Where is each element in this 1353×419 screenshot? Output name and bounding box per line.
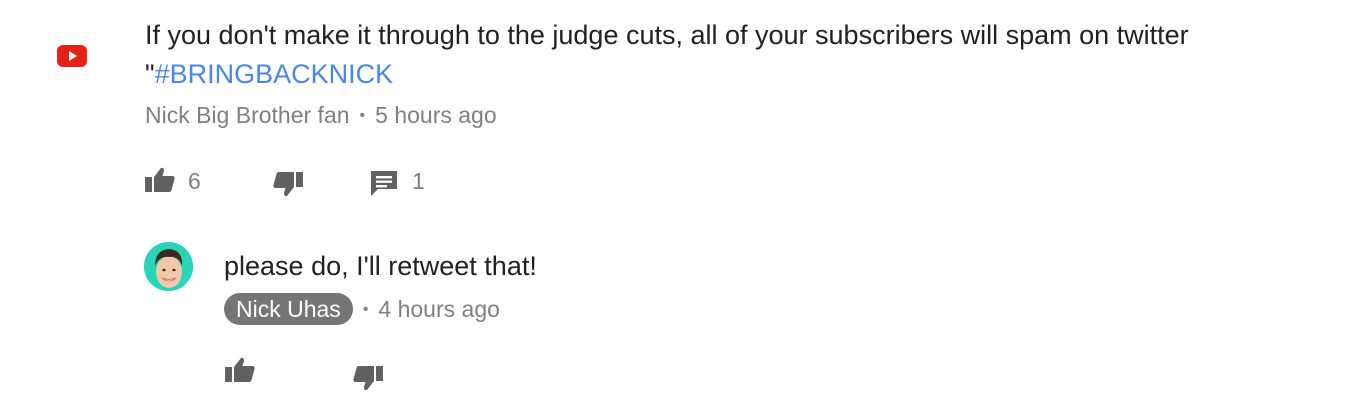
comment-quote: " bbox=[145, 59, 155, 89]
comment-text: If you don't make it through to the judg… bbox=[145, 16, 1325, 94]
hashtag-link[interactable]: #BRINGBACKNICK bbox=[155, 59, 394, 89]
reply-like-button[interactable] bbox=[224, 354, 256, 391]
like-button[interactable] bbox=[144, 164, 176, 201]
reply-text: please do, I'll retweet that! bbox=[224, 251, 537, 281]
reply-author-chip[interactable]: Nick Uhas bbox=[224, 293, 353, 325]
comment-meta: Nick Big Brother fan • 5 hours ago bbox=[145, 102, 497, 129]
reply-dislike-button[interactable] bbox=[352, 362, 384, 399]
comment-text-line1: If you don't make it through to the judg… bbox=[145, 20, 1189, 50]
thumbs-down-icon bbox=[353, 366, 383, 391]
reply-button[interactable] bbox=[369, 168, 401, 205]
comment-author[interactable]: Nick Big Brother fan bbox=[145, 102, 350, 128]
avatar[interactable] bbox=[144, 242, 193, 291]
meta-separator: • bbox=[359, 107, 366, 124]
reply-count: 1 bbox=[412, 168, 425, 194]
reply-timestamp: 4 hours ago bbox=[378, 296, 500, 322]
reply-comment-icon bbox=[371, 171, 397, 196]
thumbs-down-icon bbox=[273, 172, 303, 197]
youtube-logo-icon bbox=[57, 45, 87, 67]
dislike-button[interactable] bbox=[272, 168, 304, 205]
meta-separator: • bbox=[362, 301, 369, 318]
reply-meta: Nick Uhas • 4 hours ago bbox=[224, 293, 500, 325]
comment-timestamp: 5 hours ago bbox=[375, 102, 497, 128]
like-count: 6 bbox=[188, 168, 201, 194]
thumbs-up-icon bbox=[145, 167, 175, 192]
thumbs-up-icon bbox=[225, 357, 255, 382]
